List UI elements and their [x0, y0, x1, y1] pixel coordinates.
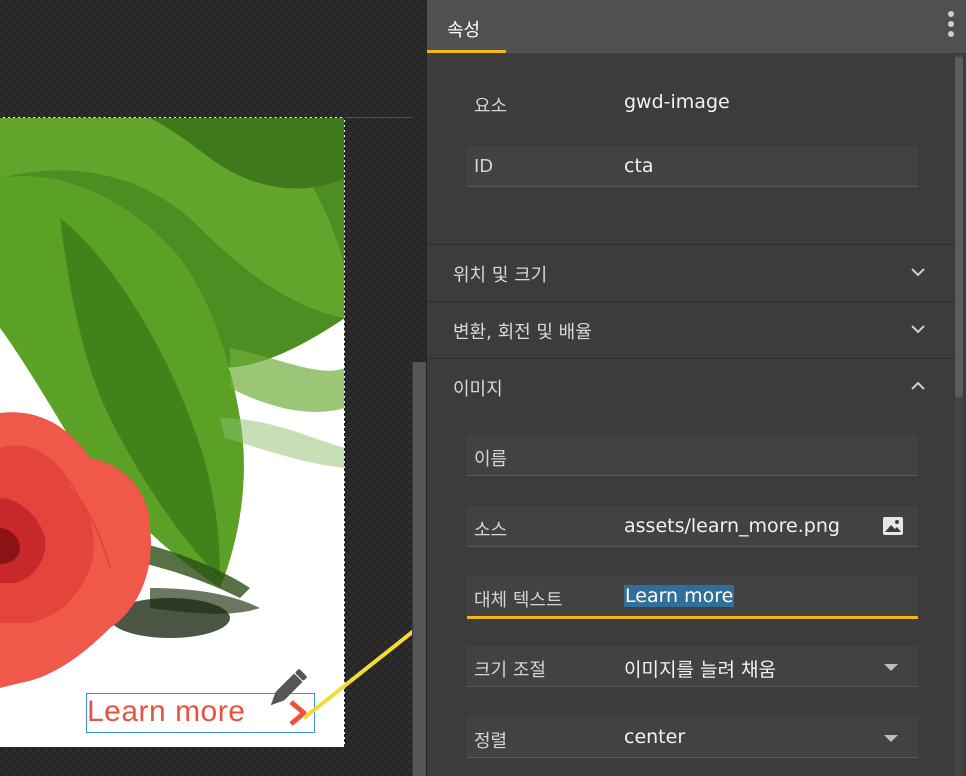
image-source-value[interactable]: assets/learn_more.png	[624, 515, 840, 537]
element-type-row: 요소 gwd-image	[467, 82, 918, 123]
image-name-field[interactable]: 이름	[467, 435, 918, 476]
chevron-down-icon	[911, 268, 925, 277]
id-value[interactable]: cta	[624, 155, 654, 177]
alt-text-field[interactable]: 대체 텍스트 Learn more	[467, 576, 918, 619]
image-name-label: 이름	[474, 449, 508, 470]
section-image[interactable]: 이미지	[427, 358, 955, 415]
section-position-size-label: 위치 및 크기	[453, 265, 548, 286]
more-vert-icon[interactable]	[945, 11, 957, 43]
alignment-value: center	[624, 726, 686, 748]
section-position-size[interactable]: 위치 및 크기	[427, 244, 955, 301]
dropdown-caret-icon	[884, 735, 898, 742]
alt-text-selection: Learn more	[624, 585, 735, 607]
section-transform-label: 변환, 회전 및 배율	[453, 322, 592, 343]
scaling-label: 크기 조절	[474, 660, 546, 681]
alignment-dropdown[interactable]: 정렬 center	[467, 717, 918, 758]
tab-properties[interactable]: 속성	[427, 0, 506, 53]
dropdown-caret-icon	[884, 664, 898, 671]
alt-text-label: 대체 텍스트	[474, 590, 563, 611]
scaling-value: 이미지를 늘려 채움	[624, 659, 776, 681]
properties-panel: 속성 요소 gwd-image ID cta 위치 및 크기 변환, 회전 및 …	[426, 0, 966, 776]
tab-properties-label: 속성	[447, 20, 481, 41]
stage-scrollbar[interactable]	[412, 362, 426, 776]
id-field[interactable]: ID cta	[467, 146, 918, 187]
scaling-dropdown[interactable]: 크기 조절 이미지를 늘려 채움	[467, 646, 918, 687]
chevron-up-icon	[911, 381, 925, 390]
cta-label: Learn more	[87, 695, 246, 728]
image-source-label: 소스	[474, 520, 508, 541]
alt-text-input[interactable]: Learn more	[624, 585, 735, 607]
panel-scrollbar[interactable]	[955, 55, 963, 775]
panel-header: 속성	[427, 0, 966, 53]
element-type-value: gwd-image	[624, 91, 730, 113]
image-source-field[interactable]: 소스 assets/learn_more.png	[467, 506, 918, 547]
section-image-label: 이미지	[453, 379, 503, 400]
image-picker-icon[interactable]	[882, 516, 904, 536]
section-transform[interactable]: 변환, 회전 및 배율	[427, 301, 955, 358]
chevron-down-icon	[911, 325, 925, 334]
panel-scrollbar-thumb[interactable]	[955, 57, 963, 397]
id-label: ID	[474, 156, 494, 177]
element-type-label: 요소	[474, 96, 508, 117]
design-stage: Learn more	[0, 0, 456, 776]
alignment-label: 정렬	[474, 731, 508, 752]
